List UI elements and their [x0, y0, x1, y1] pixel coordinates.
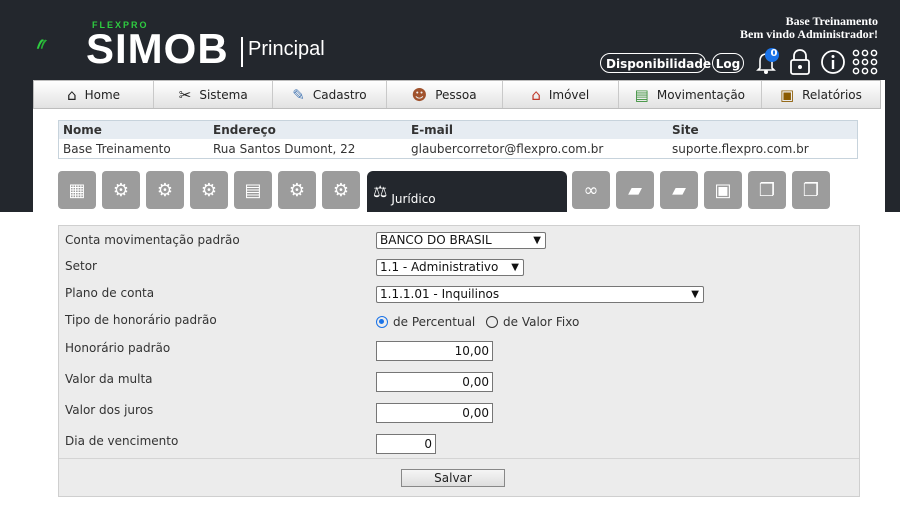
menu-sistema[interactable]: ✂ Sistema [154, 81, 274, 108]
tab-notes-2[interactable]: ❐ [792, 171, 830, 209]
notification-count: 0 [770, 48, 778, 59]
table-header-row: Nome Endereço E-mail Site [58, 120, 858, 139]
chevron-down-icon: ▼ [691, 289, 699, 300]
cash-gear-icon: ⚙ [288, 179, 306, 201]
register-gear-icon: ⚙ [332, 179, 350, 201]
cabinet-icon: ▦ [68, 179, 86, 201]
header-endereco: Endereço [209, 120, 407, 139]
multa-label: Valor da multa [65, 372, 153, 386]
tab-gears[interactable]: ⚙ [102, 171, 140, 209]
menu-pessoa[interactable]: ☻ Pessoa [387, 81, 503, 108]
save-button[interactable]: Salvar [401, 469, 505, 487]
juridico-form: Conta movimentação padrão BANCO DO BRASI… [58, 225, 860, 497]
company-info-table: Nome Endereço E-mail Site Base Treinamen… [58, 120, 858, 159]
header-site: Site [668, 120, 858, 139]
welcome-block: Base Treinamento Bem vindo Administrador… [740, 15, 878, 41]
tab-juridico[interactable]: ⚖ Jurídico [367, 171, 567, 212]
cell-nome: Base Treinamento [63, 141, 171, 156]
tab-gears-money[interactable]: ⚙ [190, 171, 228, 209]
greeting: Bem vindo Administrador! [739, 27, 878, 41]
chevron-down-icon: ▼ [533, 235, 541, 246]
section-title: Principal [248, 38, 325, 60]
juros-label: Valor dos juros [65, 403, 154, 417]
tipo-percentual-radio[interactable]: de Percentual [376, 315, 475, 329]
honorario-label: Honorário padrão [65, 341, 171, 355]
tab-folder-2[interactable]: ▰ [660, 171, 698, 209]
gears-icon: ⚙ [112, 179, 130, 201]
cell-endereco: Rua Santos Dumont, 22 [213, 141, 356, 156]
gears-money-icon: ⚙ [200, 179, 218, 201]
folder-icon: ▰ [672, 179, 686, 201]
tipo-label: Tipo de honorário padrão [65, 313, 217, 327]
radio-unchecked[interactable] [486, 316, 498, 328]
radio-checked[interactable] [376, 316, 388, 328]
tab-link[interactable]: ∞ [572, 171, 610, 209]
notes-icon: ❐ [758, 179, 776, 201]
chart-icon: ▤ [244, 179, 262, 201]
tab-cash-gear[interactable]: ⚙ [278, 171, 316, 209]
brand-logo[interactable]: SIMOB [86, 26, 229, 72]
plano-label: Plano de conta [65, 286, 155, 300]
tab-juridico-label: Jurídico [391, 191, 436, 206]
apps-grid-icon[interactable] [852, 49, 878, 75]
notes-icon: ❐ [802, 179, 820, 201]
clipboard-gear-icon: ▣ [714, 179, 732, 201]
menu-cadastro[interactable]: ✎ Cadastro [273, 81, 387, 108]
plano-select[interactable]: 1.1.1.01 - Inquilinos ▼ [376, 286, 704, 303]
tab-clipboard-gear[interactable]: ▣ [704, 171, 742, 209]
info-icon[interactable] [820, 49, 846, 75]
gavel-icon: ⚖ [373, 182, 388, 201]
tab-folder-1[interactable]: ▰ [616, 171, 654, 209]
person-icon: ☻ [411, 85, 428, 104]
menu-imovel[interactable]: ⌂ Imóvel [503, 81, 619, 108]
vencimento-input[interactable]: 0 [376, 434, 436, 454]
form-footer: Salvar [59, 458, 859, 497]
tools-icon: ✂ [178, 85, 192, 104]
menu-movimentacao[interactable]: ▤ Movimentação [619, 81, 762, 108]
honorario-input[interactable]: 10,00 [376, 341, 493, 361]
clipboard-icon: ▣ [779, 85, 795, 104]
folder-icon: ▰ [628, 179, 642, 201]
availability-button[interactable]: Disponibilidade [600, 53, 711, 73]
tipo-valor-fixo-radio[interactable]: de Valor Fixo [486, 315, 579, 329]
vencimento-label: Dia de vencimento [65, 434, 179, 448]
header-email: E-mail [407, 120, 668, 139]
cell-email: glaubercorretor@flexpro.com.br [411, 141, 604, 156]
tab-money-gear[interactable]: ⚙ [146, 171, 184, 209]
menu-relatorios[interactable]: ▣ Relatórios [762, 81, 880, 108]
conta-select[interactable]: BANCO DO BRASIL ▼ [376, 232, 546, 249]
main-menu: ⌂ Home ✂ Sistema ✎ Cadastro ☻ Pessoa ⌂ Imóvel… [33, 80, 881, 109]
link-icon: ∞ [583, 179, 599, 201]
divider [241, 37, 243, 67]
log-button[interactable]: Log [712, 53, 744, 73]
tab-cabinet[interactable]: ▦ [58, 171, 96, 209]
cell-site: suporte.flexpro.com.br [672, 141, 809, 156]
setor-select[interactable]: 1.1 - Administrativo ▼ [376, 259, 524, 276]
lock-icon[interactable] [788, 48, 812, 76]
header-nome: Nome [58, 120, 209, 139]
tab-notes-1[interactable]: ❐ [748, 171, 786, 209]
house-icon: ⌂ [531, 85, 541, 104]
money-gear-icon: ⚙ [156, 179, 174, 201]
menu-home[interactable]: ⌂ Home [34, 81, 155, 108]
money-icon: ▤ [634, 85, 649, 104]
tab-register-gear[interactable]: ⚙ [322, 171, 360, 209]
home-icon: ⌂ [67, 85, 77, 104]
juros-input[interactable]: 0,00 [376, 403, 493, 423]
multa-input[interactable]: 0,00 [376, 372, 493, 392]
tab-chart[interactable]: ▤ [234, 171, 272, 209]
table-row: Base Treinamento Rua Santos Dumont, 22 g… [59, 139, 858, 159]
conta-label: Conta movimentação padrão [65, 233, 240, 247]
setor-label: Setor [65, 259, 97, 273]
settings-tabs: ▦ ⚙ ⚙ ⚙ ▤ ⚙ ⚙ ⚖ Jurídico ∞ ▰ ▰ ▣ ❐ ❐ [58, 171, 858, 212]
chevron-down-icon: ▼ [511, 262, 519, 273]
pencil-icon: ✎ [292, 85, 305, 104]
